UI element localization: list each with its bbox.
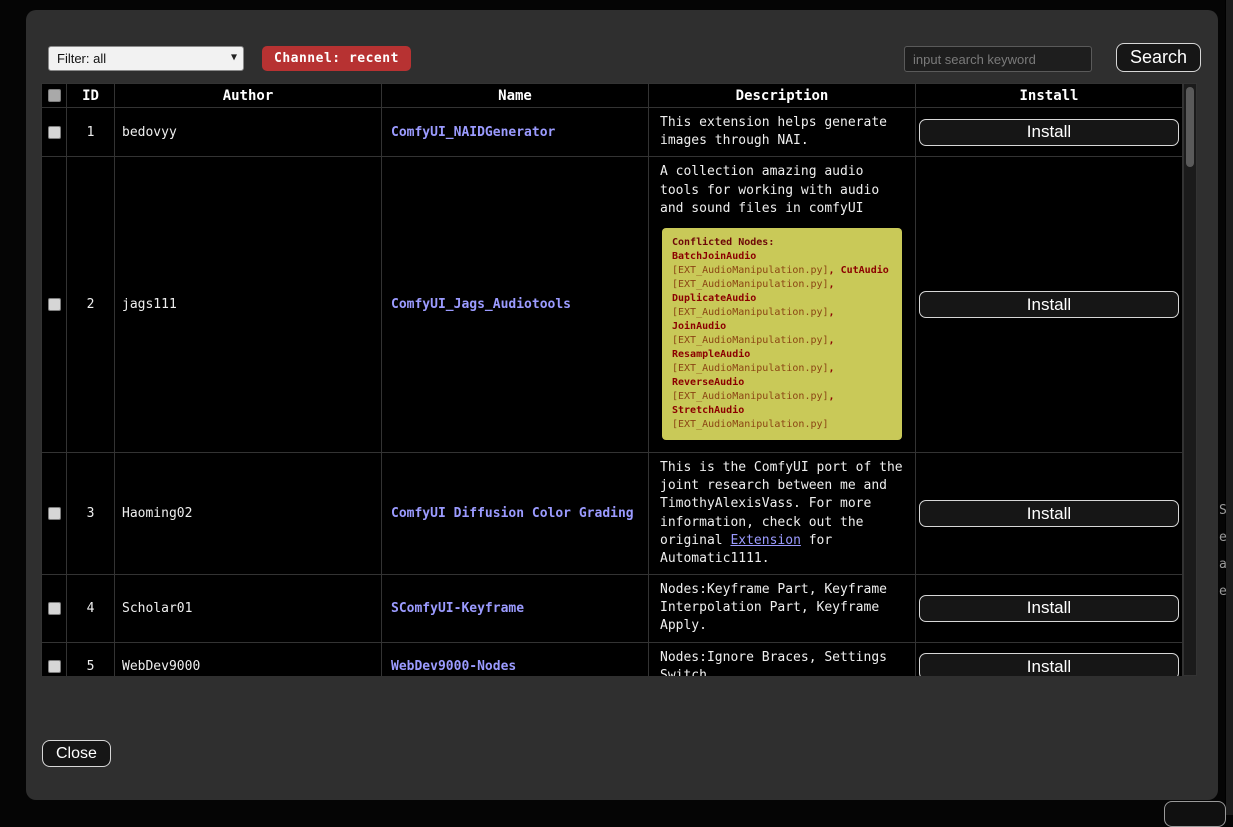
row-checkbox[interactable]: [48, 660, 61, 673]
conflict-items: BatchJoinAudio [EXT_AudioManipulation.py…: [672, 250, 892, 432]
row-install-cell: Install: [916, 157, 1183, 453]
row-name-link[interactable]: WebDev9000-Nodes: [391, 659, 516, 674]
row-description: Nodes:Keyframe Part, Keyframe Interpolat…: [649, 575, 916, 643]
conflict-node-source: [EXT_AudioManipulation.py]: [672, 391, 829, 402]
row-description-text: A collection amazing audio tools for wor…: [660, 163, 904, 218]
header-name: Name: [382, 84, 649, 108]
row-check-cell: [42, 452, 67, 574]
row-name-cell: ComfyUI_Jags_Audiotools: [382, 157, 649, 453]
row-checkbox[interactable]: [48, 602, 61, 615]
row-description-text: Nodes:Ignore Braces, Settings Switch.: [660, 649, 904, 676]
conflict-box: Conflicted Nodes: BatchJoinAudio [EXT_Au…: [662, 228, 902, 440]
conflict-node-name: ResampleAudio: [672, 349, 750, 360]
row-install-cell: Install: [916, 452, 1183, 574]
select-all-header: [42, 84, 67, 108]
install-custom-nodes-dialog: Filter: all ▼ Channel: recent Search ID …: [26, 10, 1218, 800]
conflict-node-source: [EXT_AudioManipulation.py]: [672, 363, 829, 374]
conflict-node-name: DuplicateAudio: [672, 293, 756, 304]
row-description: A collection amazing audio tools for wor…: [649, 157, 916, 453]
conflict-node-source: [EXT_AudioManipulation.py]: [672, 419, 829, 430]
search-input[interactable]: [904, 46, 1092, 72]
row-description-text: Nodes:Keyframe Part, Keyframe Interpolat…: [660, 581, 904, 636]
search-button[interactable]: Search: [1116, 43, 1201, 72]
row-author: Haoming02: [115, 452, 382, 574]
row-author: bedovyy: [115, 108, 382, 157]
conflict-node-source: [EXT_AudioManipulation.py]: [672, 279, 829, 290]
conflict-node-source: [EXT_AudioManipulation.py]: [672, 265, 829, 276]
conflict-node-source: [EXT_AudioManipulation.py]: [672, 307, 829, 318]
row-name-link[interactable]: ComfyUI_NAIDGenerator: [391, 125, 555, 140]
header-author: Author: [115, 84, 382, 108]
table-viewport: ID Author Name Description Install 1 bed…: [41, 83, 1183, 676]
header-install: Install: [916, 84, 1183, 108]
header-id: ID: [67, 84, 115, 108]
install-button[interactable]: Install: [919, 291, 1179, 318]
channel-badge: Channel: recent: [262, 46, 411, 71]
table-row: 5 WebDev9000 WebDev9000-Nodes Nodes:Igno…: [42, 642, 1183, 676]
row-name-link[interactable]: SComfyUI-Keyframe: [391, 601, 524, 616]
table-scrollbar-track[interactable]: [1183, 83, 1197, 676]
table-scrollbar-thumb[interactable]: [1186, 87, 1194, 167]
header-description: Description: [649, 84, 916, 108]
row-author: Scholar01: [115, 575, 382, 643]
conflict-node-source: [EXT_AudioManipulation.py]: [672, 335, 829, 346]
row-description: This extension helps generate images thr…: [649, 108, 916, 157]
install-button[interactable]: Install: [919, 119, 1179, 146]
row-description: Nodes:Ignore Braces, Settings Switch.: [649, 642, 916, 676]
row-id: 5: [67, 642, 115, 676]
row-checkbox[interactable]: [48, 298, 61, 311]
close-button[interactable]: Close: [42, 740, 111, 767]
row-name-cell: ComfyUI Diffusion Color Grading: [382, 452, 649, 574]
row-description: This is the ComfyUI port of the joint re…: [649, 452, 916, 574]
conflict-node-name: CutAudio: [841, 265, 889, 276]
row-check-cell: [42, 642, 67, 676]
row-id: 2: [67, 157, 115, 453]
conflict-node-name: JoinAudio: [672, 321, 726, 332]
row-name-link[interactable]: ComfyUI_Jags_Audiotools: [391, 297, 571, 312]
row-checkbox[interactable]: [48, 126, 61, 139]
row-install-cell: Install: [916, 575, 1183, 643]
row-install-cell: Install: [916, 108, 1183, 157]
row-id: 4: [67, 575, 115, 643]
conflict-title: Conflicted Nodes:: [672, 236, 892, 250]
row-name-cell: ComfyUI_NAIDGenerator: [382, 108, 649, 157]
row-checkbox[interactable]: [48, 507, 61, 520]
custom-nodes-table-area: ID Author Name Description Install 1 bed…: [41, 83, 1197, 676]
install-button[interactable]: Install: [919, 595, 1179, 622]
row-install-cell: Install: [916, 642, 1183, 676]
custom-nodes-table: ID Author Name Description Install 1 bed…: [41, 83, 1183, 676]
row-check-cell: [42, 108, 67, 157]
conflict-node-name: BatchJoinAudio: [672, 251, 756, 262]
conflict-node-name: ReverseAudio: [672, 377, 744, 388]
select-all-checkbox[interactable]: [48, 89, 61, 102]
background-partial-button[interactable]: [1164, 801, 1226, 827]
table-row: 1 bedovyy ComfyUI_NAIDGenerator This ext…: [42, 108, 1183, 157]
row-author: jags111: [115, 157, 382, 453]
row-description-text: This extension helps generate images thr…: [660, 114, 904, 150]
row-name-link[interactable]: ComfyUI Diffusion Color Grading: [391, 506, 634, 521]
conflict-node-name: StretchAudio: [672, 405, 744, 416]
page-scrollbar[interactable]: [1225, 0, 1233, 815]
row-name-cell: WebDev9000-Nodes: [382, 642, 649, 676]
background-edge-text: Seae: [1219, 497, 1233, 605]
install-button[interactable]: Install: [919, 500, 1179, 527]
table-row: 3 Haoming02 ComfyUI Diffusion Color Grad…: [42, 452, 1183, 574]
description-link[interactable]: Extension: [730, 533, 800, 548]
table-header-row: ID Author Name Description Install: [42, 84, 1183, 108]
row-check-cell: [42, 157, 67, 453]
row-name-cell: SComfyUI-Keyframe: [382, 575, 649, 643]
row-id: 1: [67, 108, 115, 157]
row-author: WebDev9000: [115, 642, 382, 676]
table-body: 1 bedovyy ComfyUI_NAIDGenerator This ext…: [42, 108, 1183, 677]
row-check-cell: [42, 575, 67, 643]
row-id: 3: [67, 452, 115, 574]
table-row: 2 jags111 ComfyUI_Jags_Audiotools A coll…: [42, 157, 1183, 453]
table-row: 4 Scholar01 SComfyUI-Keyframe Nodes:Keyf…: [42, 575, 1183, 643]
install-button[interactable]: Install: [919, 653, 1179, 676]
filter-select[interactable]: Filter: all: [48, 46, 244, 71]
filter-select-wrap: Filter: all ▼: [48, 46, 244, 71]
row-description-text: This is the ComfyUI port of the joint re…: [660, 459, 904, 568]
